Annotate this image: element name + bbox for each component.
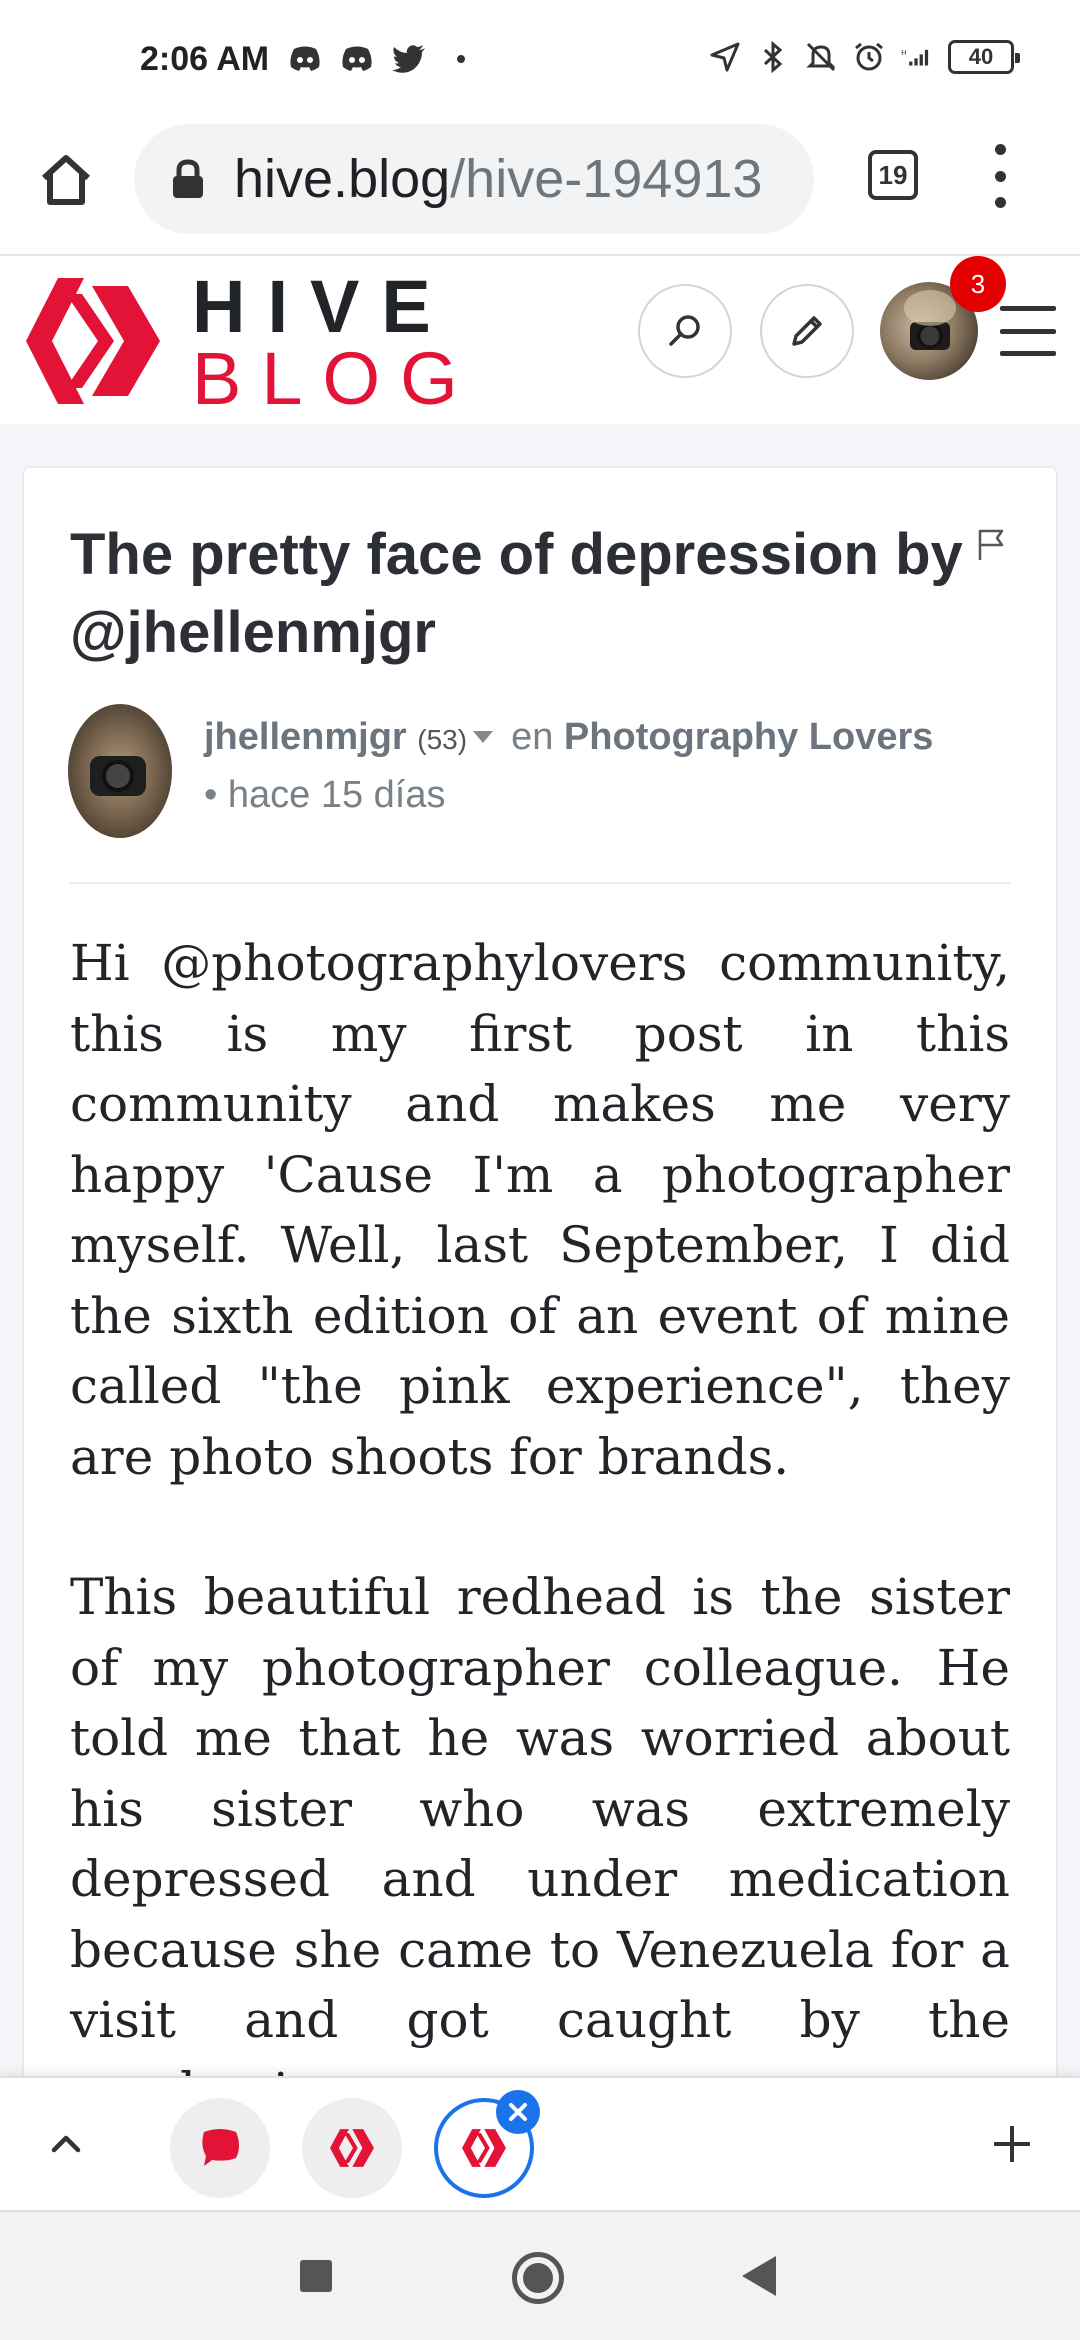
site-header: HIVE BLOG 3 <box>0 256 1080 424</box>
svg-text:H: H <box>901 48 906 57</box>
post-paragraph: Hi @photographylovers community, this is… <box>70 934 1010 1486</box>
url-path: /hive-194913 <box>450 149 763 209</box>
tab-switcher-button[interactable]: 19 <box>868 150 918 200</box>
post-title: The pretty face of depression by @jhelle… <box>70 522 963 665</box>
home-nav-button[interactable] <box>512 2252 564 2304</box>
status-system-icons: H 40 <box>708 40 1020 74</box>
notification-badge[interactable]: 3 <box>950 256 1006 312</box>
mute-icon <box>804 40 838 74</box>
author-line: jhellenmjgr (53) en Photography Lovers <box>204 716 933 759</box>
search-icon <box>669 315 700 346</box>
tab-discord[interactable] <box>170 2098 270 2198</box>
post-body: Hi @photographylovers community, this is… <box>70 928 1010 2196</box>
menu-dot <box>994 144 1006 155</box>
home-icon <box>41 155 91 205</box>
post-paragraph: This beautiful redhead is the sister of … <box>70 1568 1010 2120</box>
post-time[interactable]: • hace 15 días <box>204 774 445 817</box>
hive-logo-icon <box>462 2129 506 2167</box>
divider <box>70 882 1010 884</box>
address-bar[interactable]: hive.blog/hive-194913 <box>134 124 814 234</box>
author-avatar[interactable] <box>68 704 172 838</box>
location-icon <box>708 40 742 74</box>
close-tab-button[interactable] <box>496 2090 540 2134</box>
tab-strip <box>0 2076 1080 2210</box>
browser-toolbar: hive.blog/hive-194913 19 <box>0 120 1080 256</box>
chevron-down-icon[interactable] <box>473 730 494 743</box>
back-button[interactable] <box>742 2256 776 2296</box>
author-name-link[interactable]: jhellenmjgr <box>204 716 407 758</box>
discord-icon <box>340 42 374 76</box>
signal-icon: H <box>900 40 934 74</box>
dot-icon <box>444 42 478 76</box>
author-reputation: (53) <box>417 724 468 755</box>
hive-logo-icon[interactable] <box>22 278 164 404</box>
browser-menu-button[interactable] <box>990 144 1010 208</box>
new-tab-plus-icon[interactable] <box>990 2122 1034 2166</box>
status-bar: 2:06 AM H 40 <box>0 0 1080 120</box>
url-host: hive.blog <box>234 149 451 209</box>
alarm-icon <box>852 40 886 74</box>
pencil-icon <box>792 316 822 346</box>
logo-blog-text: BLOG <box>192 337 478 420</box>
battery-indicator: 40 <box>948 40 1020 74</box>
status-time: 2:06 AM <box>140 40 270 78</box>
site-logo-text[interactable]: HIVE BLOG <box>192 265 478 420</box>
create-post-button[interactable] <box>760 284 854 378</box>
close-icon <box>509 2103 527 2121</box>
recents-button[interactable] <box>300 2260 332 2292</box>
url-text: hive.blog/hive-194913 <box>234 148 762 210</box>
camera-lens-shape <box>102 760 134 792</box>
menu-dot <box>994 170 1006 182</box>
hive-logo-icon <box>330 2129 374 2167</box>
discord-icon <box>288 42 322 76</box>
system-nav-bar <box>0 2210 1080 2340</box>
hamburger-line <box>1000 328 1056 334</box>
search-button[interactable] <box>638 284 732 378</box>
in-label: en <box>511 716 554 758</box>
bluetooth-icon <box>756 40 790 74</box>
home-button[interactable] <box>36 150 96 210</box>
flag-icon[interactable] <box>976 528 1008 562</box>
site-menu-button[interactable] <box>1000 306 1056 356</box>
logo-hive-text: HIVE <box>192 265 453 348</box>
menu-dot <box>994 197 1006 208</box>
chat-bubble-icon <box>202 2129 239 2166</box>
hamburger-line <box>1000 351 1056 356</box>
community-link[interactable]: Photography Lovers <box>564 716 934 758</box>
hamburger-line <box>1000 306 1056 311</box>
status-notification-icons <box>288 42 478 76</box>
home-nav-dot <box>523 2263 553 2293</box>
lock-icon <box>173 159 203 198</box>
twitter-icon <box>392 42 426 76</box>
tab-hive[interactable] <box>302 2098 402 2198</box>
chevron-up-icon[interactable] <box>46 2124 86 2164</box>
